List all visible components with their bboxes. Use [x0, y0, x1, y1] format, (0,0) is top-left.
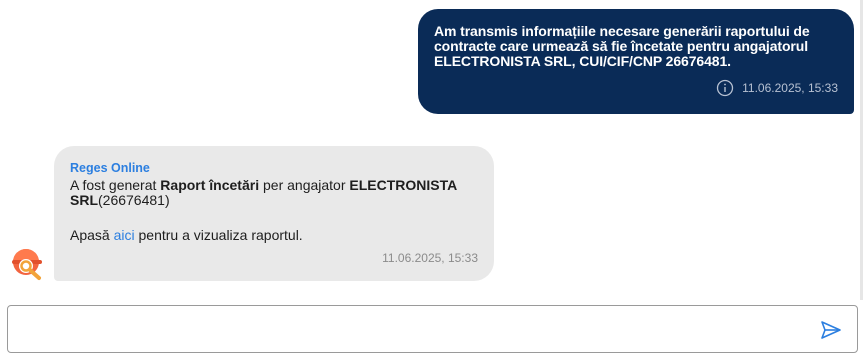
incoming-timestamp: 11.06.2025, 15:33	[382, 251, 478, 265]
incoming-message: Reges Online A fost generat Raport încet…	[54, 146, 494, 281]
outgoing-message-text: Am transmis informațiile necesare generă…	[434, 23, 810, 69]
text-middle: per angajator	[259, 177, 350, 193]
report-name: Raport încetări	[160, 177, 260, 193]
send-icon	[821, 321, 841, 339]
action-suffix: pentru a vizualiza raportul.	[134, 227, 303, 243]
employer-cui: (26676481)	[98, 192, 170, 208]
outgoing-timestamp: 11.06.2025, 15:33	[742, 81, 838, 95]
view-report-link[interactable]: aici	[114, 227, 135, 243]
reges-bot-avatar-icon	[9, 244, 49, 284]
view-report-line: Apasă aici pentru a vizualiza raportul.	[70, 228, 478, 243]
info-icon[interactable]	[716, 79, 734, 97]
send-button[interactable]	[819, 318, 843, 342]
message-composer	[7, 305, 858, 353]
text-prefix: A fost generat	[70, 177, 161, 193]
message-input[interactable]	[8, 306, 798, 352]
chat-thread: Am transmis informațiile necesare generă…	[0, 0, 863, 300]
outgoing-message: Am transmis informațiile necesare generă…	[418, 9, 854, 114]
incoming-message-text: A fost generat Raport încetări per angaj…	[70, 178, 478, 243]
outgoing-message-meta: 11.06.2025, 15:33	[716, 79, 838, 97]
message-sender: Reges Online	[70, 161, 150, 175]
action-prefix: Apasă	[70, 227, 114, 243]
